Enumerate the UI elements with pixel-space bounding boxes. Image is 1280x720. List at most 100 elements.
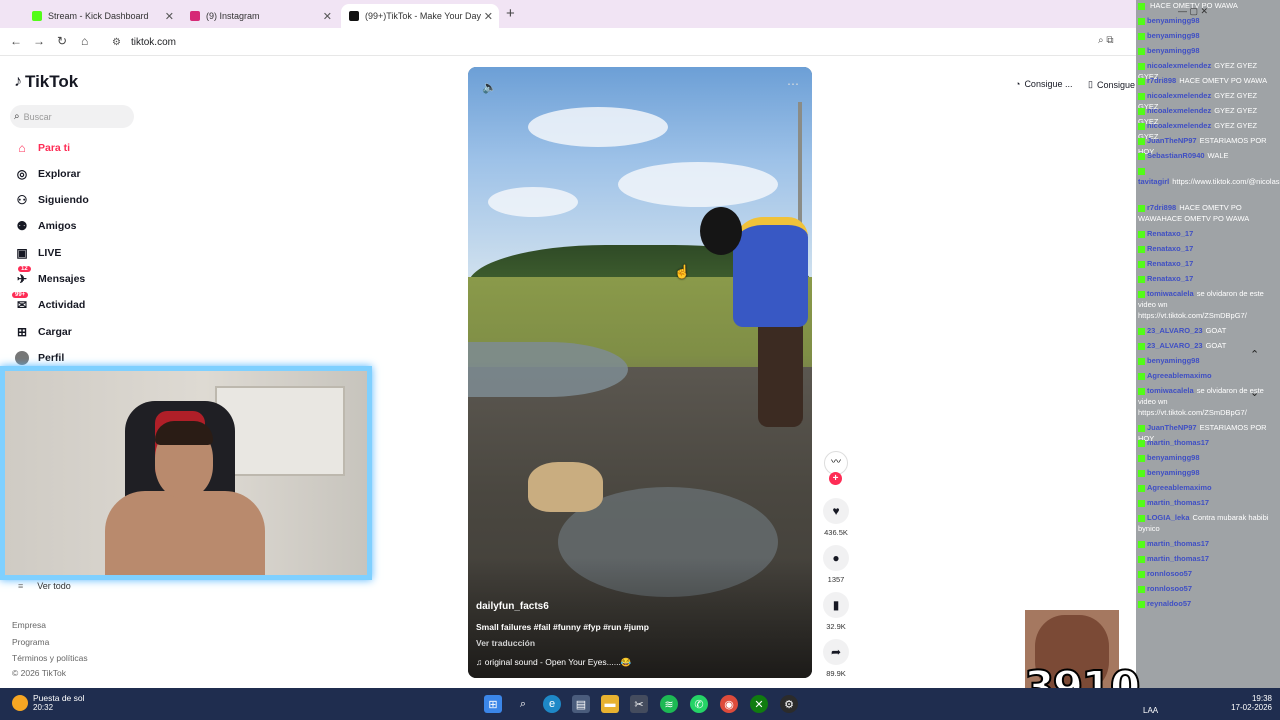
- chat-username[interactable]: 23_ALVARO_23: [1147, 341, 1203, 350]
- tab-instagram[interactable]: (9) Instagram ✕: [182, 4, 338, 28]
- forward-icon[interactable]: →: [33, 34, 45, 48]
- chat-username[interactable]: benyamingg98: [1147, 453, 1200, 462]
- chat-username[interactable]: LOGIA_leka: [1147, 513, 1190, 522]
- zoom-icon[interactable]: ⌕ ⧉: [1098, 35, 1114, 46]
- chat-username[interactable]: martin_thomas17: [1147, 438, 1209, 447]
- chat-username[interactable]: r7dri898: [1147, 76, 1176, 85]
- footer-terminos[interactable]: Términos y políticas: [12, 653, 88, 663]
- video-player[interactable]: [468, 67, 812, 678]
- chevron-up-icon[interactable]: ⌃: [1250, 348, 1259, 361]
- chat-username[interactable]: benyamingg98: [1147, 468, 1200, 477]
- chat-username[interactable]: martin_thomas17: [1147, 498, 1209, 507]
- list-icon: ≡: [18, 581, 24, 591]
- clock[interactable]: 19:38 17-02-2026: [1224, 694, 1272, 712]
- chat-username[interactable]: tomiwacalela: [1147, 386, 1194, 395]
- kick-badge-icon: [1138, 585, 1145, 593]
- get-app-mobile-button[interactable]: ▯ Consigue: [1088, 79, 1135, 90]
- home-browser-icon[interactable]: ⌂: [81, 34, 88, 48]
- follow-plus-icon[interactable]: +: [829, 472, 842, 485]
- get-app-button[interactable]: ◔ Consigue ...: [1015, 79, 1072, 89]
- sidebar-item-label: Actividad: [38, 299, 86, 311]
- close-icon[interactable]: ✕: [165, 10, 174, 23]
- sidebar-item-cargar[interactable]: ⊞ Cargar: [14, 322, 72, 342]
- reload-icon[interactable]: ↻: [57, 34, 67, 48]
- sidebar-item-live[interactable]: ▣ LIVE: [14, 243, 61, 263]
- search-taskbar-icon[interactable]: ⌕: [514, 695, 532, 713]
- chat-username[interactable]: Renataxo_17: [1147, 229, 1193, 238]
- close-icon[interactable]: ✕: [484, 10, 493, 23]
- chat-username[interactable]: benyamingg98: [1147, 16, 1200, 25]
- chat-username[interactable]: Agreeablemaximo: [1147, 483, 1212, 492]
- comment-button[interactable]: ● 1357: [822, 545, 850, 584]
- ver-todo-link[interactable]: ≡ Ver todo: [18, 581, 71, 591]
- chat-username[interactable]: JuanTheNP97: [1147, 136, 1197, 145]
- chat-username[interactable]: ronnlosoo57: [1147, 584, 1192, 593]
- window-controls[interactable]: — ▢ ✕: [1178, 6, 1208, 17]
- chat-username[interactable]: benyamingg98: [1147, 356, 1200, 365]
- close-icon[interactable]: ✕: [323, 10, 332, 23]
- footer-empresa[interactable]: Empresa: [12, 620, 46, 630]
- store-icon[interactable]: ▤: [572, 695, 590, 713]
- search-input[interactable]: ⌕ Buscar: [10, 105, 134, 128]
- chat-username[interactable]: 23_ALVARO_23: [1147, 326, 1203, 335]
- video-username[interactable]: dailyfun_facts6: [476, 601, 549, 612]
- footer-programa[interactable]: Programa: [12, 637, 49, 647]
- tiktok-logo[interactable]: ♪ TikTok: [14, 72, 78, 92]
- chat-username[interactable]: ronnlosoo57: [1147, 569, 1192, 578]
- chat-username[interactable]: SebastianR0940: [1147, 151, 1205, 160]
- chat-username[interactable]: nicoalexmelendez: [1147, 121, 1211, 130]
- chat-username[interactable]: reynaldoo57: [1147, 599, 1191, 608]
- chat-username[interactable]: martin_thomas17: [1147, 539, 1209, 548]
- chat-username[interactable]: nicoalexmelendez: [1147, 61, 1211, 70]
- chat-username[interactable]: martin_thomas17: [1147, 554, 1209, 563]
- chat-username[interactable]: Renataxo_17: [1147, 244, 1193, 253]
- like-button[interactable]: ♥ 436.5K: [822, 498, 850, 537]
- chat-username[interactable]: Agreeablemaximo: [1147, 371, 1212, 380]
- save-button[interactable]: ▮ 32.9K: [822, 592, 850, 631]
- chat-username[interactable]: Renataxo_17: [1147, 274, 1193, 283]
- translate-link[interactable]: Ver traducción: [476, 638, 535, 648]
- video-sound[interactable]: ♫ original sound - Open Your Eyes......😂: [476, 657, 631, 668]
- chat-username[interactable]: r7dri898: [1147, 203, 1176, 212]
- address-bar[interactable]: ⚙ tiktok.com: [104, 32, 1114, 52]
- chat-username[interactable]: benyamingg98: [1147, 46, 1200, 55]
- more-options-icon[interactable]: ⋯: [787, 77, 799, 91]
- sidebar-item-amigos[interactable]: ⚉ Amigos: [14, 216, 77, 236]
- steam-icon[interactable]: ⚙: [780, 695, 798, 713]
- whatsapp-icon[interactable]: ✆: [690, 695, 708, 713]
- kick-badge-icon: [1138, 77, 1145, 85]
- logo-text: TikTok: [25, 72, 79, 91]
- spotify-icon[interactable]: ≋: [660, 695, 678, 713]
- sidebar-item-para-ti[interactable]: ⌂ Para ti: [14, 138, 70, 158]
- tab-kick[interactable]: Stream - Kick Dashboard ✕: [24, 4, 180, 28]
- sidebar-item-perfil[interactable]: Perfil: [14, 348, 64, 368]
- chat-username[interactable]: nicoalexmelendez: [1147, 91, 1211, 100]
- back-icon[interactable]: ←: [10, 34, 22, 48]
- kick-badge-icon: [1138, 230, 1145, 238]
- site-settings-icon[interactable]: ⚙: [112, 37, 121, 48]
- footer-copyright: © 2026 TikTok: [12, 668, 66, 678]
- windows-start-icon[interactable]: ⊞: [484, 695, 502, 713]
- chat-username[interactable]: tavitagirl: [1138, 177, 1169, 186]
- chat-username[interactable]: nicoalexmelendez: [1147, 106, 1211, 115]
- sidebar-item-siguiendo[interactable]: ⚇ Siguiendo: [14, 190, 89, 210]
- weather-widget[interactable]: Puesta de sol 20:32: [12, 693, 85, 712]
- edge-icon[interactable]: e: [543, 695, 561, 713]
- sidebar-item-explorar[interactable]: ◎ Explorar: [14, 164, 81, 184]
- tab-tiktok[interactable]: (99+)TikTok - Make Your Day ✕: [341, 4, 499, 28]
- new-tab-icon[interactable]: +: [506, 5, 515, 22]
- language-indicator[interactable]: LAA: [1143, 706, 1158, 715]
- chat-username[interactable]: Renataxo_17: [1147, 259, 1193, 268]
- xbox-icon[interactable]: ✕: [750, 695, 768, 713]
- chat-username[interactable]: JuanTheNP97: [1147, 423, 1197, 432]
- sidebar-item-actividad[interactable]: ✉ 99+ Actividad: [12, 292, 86, 315]
- share-button[interactable]: ➦ 89.9K: [822, 639, 850, 678]
- chat-username[interactable]: tomiwacalela: [1147, 289, 1194, 298]
- folder-icon[interactable]: ▬: [601, 695, 619, 713]
- chat-username[interactable]: benyamingg98: [1147, 31, 1200, 40]
- snipping-icon[interactable]: ✂: [630, 695, 648, 713]
- volume-icon[interactable]: 🔈: [482, 80, 497, 94]
- sidebar-item-mensajes[interactable]: ✈ 12 Mensajes: [14, 266, 85, 289]
- chrome-icon[interactable]: ◉: [720, 695, 738, 713]
- chevron-down-icon[interactable]: ⌄: [1250, 386, 1259, 399]
